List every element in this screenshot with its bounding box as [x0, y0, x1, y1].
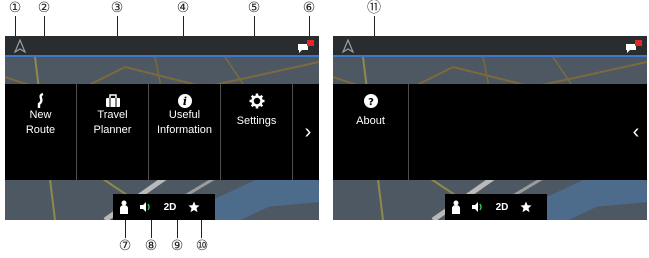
- about-label: About: [356, 115, 385, 127]
- callout-7: ⑦: [118, 238, 132, 254]
- callout-8: ⑧: [144, 238, 158, 254]
- leader-line: [125, 220, 126, 238]
- settings-label: Settings: [236, 115, 277, 127]
- travel-planner-label: Travel Planner: [93, 109, 132, 136]
- view-mode-button[interactable]: 2D: [157, 202, 183, 213]
- callout-5: ⑤: [247, 0, 261, 16]
- navigation-arrow-icon[interactable]: [13, 39, 27, 53]
- help-icon: ?: [362, 92, 380, 110]
- leader-line: [201, 220, 202, 238]
- message-notification-icon[interactable]: [297, 39, 315, 53]
- status-bar: 2D: [445, 194, 547, 220]
- settings-button[interactable]: Settings: [221, 84, 293, 180]
- svg-text:i: i: [182, 95, 186, 108]
- callout-3: ③: [110, 0, 124, 16]
- chevron-left-icon: ‹: [632, 120, 640, 143]
- callout-1: ①: [8, 0, 22, 16]
- useful-information-label: Useful Information: [156, 109, 213, 136]
- about-menu: ? About ‹: [333, 84, 647, 180]
- svg-text:?: ?: [368, 97, 374, 108]
- person-icon[interactable]: [445, 200, 467, 214]
- leader-line: [177, 220, 178, 238]
- callout-10: ⑩: [195, 238, 209, 254]
- new-route-label: New Route: [25, 109, 56, 136]
- gear-icon: [248, 92, 266, 110]
- about-button[interactable]: ? About: [333, 84, 409, 180]
- callout-4: ④: [176, 0, 190, 16]
- travel-planner-button[interactable]: Travel Planner: [77, 84, 149, 180]
- leader-line: [309, 16, 310, 38]
- callout-11: ⑪: [367, 0, 381, 16]
- leader-line: [151, 220, 152, 238]
- useful-information-button[interactable]: i Useful Information: [149, 84, 221, 180]
- callout-6: ⑥: [302, 0, 316, 16]
- new-route-button[interactable]: New Route: [5, 84, 77, 180]
- navigation-screen-main-menu: New Route Travel Planner i Useful Inform…: [5, 36, 319, 220]
- next-page-button[interactable]: ›: [297, 84, 319, 180]
- star-icon[interactable]: [183, 201, 205, 213]
- top-bar: [333, 36, 647, 57]
- volume-icon[interactable]: [467, 201, 489, 213]
- callout-9: ⑨: [170, 238, 184, 254]
- status-bar: 2D: [113, 194, 215, 220]
- message-notification-icon[interactable]: [625, 39, 643, 53]
- star-icon[interactable]: [515, 201, 537, 213]
- navigation-arrow-icon[interactable]: [341, 39, 355, 53]
- top-bar: [5, 36, 319, 57]
- navigation-screen-about-menu: ? About ‹ 2D: [333, 36, 647, 220]
- volume-icon[interactable]: [135, 201, 157, 213]
- callout-2: ②: [37, 0, 51, 16]
- view-mode-button[interactable]: 2D: [489, 202, 515, 213]
- main-menu: New Route Travel Planner i Useful Inform…: [5, 84, 319, 180]
- person-icon[interactable]: [113, 200, 135, 214]
- chevron-right-icon: ›: [304, 120, 312, 143]
- back-page-button[interactable]: ‹: [625, 84, 647, 180]
